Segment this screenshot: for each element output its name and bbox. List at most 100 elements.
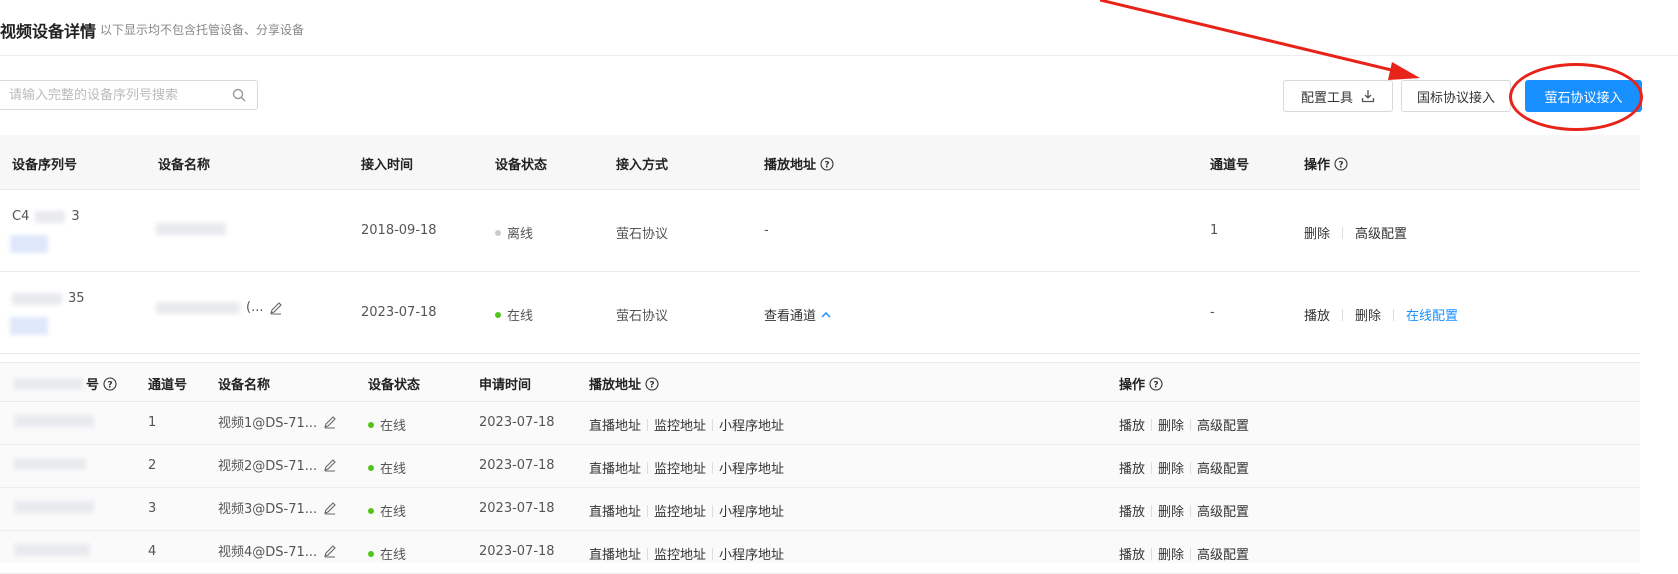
- channel-ops: 播放 删除 高级配置: [1119, 501, 1249, 520]
- play-link[interactable]: 播放: [1119, 415, 1145, 434]
- config-tool-button[interactable]: 配置工具: [1283, 80, 1393, 112]
- serial-prefix: C4: [12, 209, 30, 224]
- redacted-block: [14, 458, 86, 470]
- divider: [1342, 308, 1344, 321]
- divider: [1190, 418, 1192, 431]
- status-text: 离线: [507, 227, 534, 242]
- divider: [1190, 547, 1192, 560]
- monitor-url-link[interactable]: 监控地址: [654, 415, 706, 434]
- online-config-link[interactable]: 在线配置: [1406, 305, 1458, 324]
- status-cell: 在线: [368, 415, 406, 434]
- advanced-config-link[interactable]: 高级配置: [1355, 223, 1407, 242]
- miniprogram-url-link[interactable]: 小程序地址: [719, 458, 784, 477]
- live-url-link[interactable]: 直播地址: [589, 415, 641, 434]
- help-icon[interactable]: ?: [645, 376, 659, 391]
- status-text: 在线: [380, 548, 407, 563]
- play-link[interactable]: 播放: [1304, 305, 1330, 324]
- online-dot: [368, 507, 374, 514]
- delete-link[interactable]: 删除: [1158, 458, 1184, 477]
- serial-search-box[interactable]: [0, 80, 258, 110]
- divider: [1151, 461, 1153, 474]
- delete-link[interactable]: 删除: [1355, 305, 1381, 324]
- divider: [647, 547, 649, 560]
- edit-icon[interactable]: [269, 301, 283, 315]
- monitor-url-link[interactable]: 监控地址: [654, 458, 706, 477]
- search-icon[interactable]: [231, 87, 247, 103]
- channel-name-cell: 视频1@DS-71...: [218, 412, 337, 431]
- live-url-link[interactable]: 直播地址: [589, 501, 641, 520]
- help-icon[interactable]: ?: [820, 156, 834, 171]
- status-cell: 在线: [368, 544, 406, 563]
- delete-link[interactable]: 删除: [1158, 415, 1184, 434]
- divider: [647, 418, 649, 431]
- edit-icon[interactable]: [323, 458, 337, 472]
- svg-text:?: ?: [1338, 160, 1343, 170]
- channel-no: 1: [148, 415, 157, 430]
- channel-no: 2: [148, 458, 157, 473]
- redacted-block: [10, 235, 48, 253]
- channel: 1: [1210, 223, 1219, 238]
- page-subtitle: 以下显示均不包含托管设备、分享设备: [100, 23, 305, 37]
- redacted-serial: [14, 544, 90, 556]
- col-serial: 设备序列号: [12, 158, 78, 173]
- delete-link[interactable]: 删除: [1304, 223, 1330, 242]
- delete-link[interactable]: 删除: [1158, 501, 1184, 520]
- help-icon[interactable]: ?: [103, 376, 117, 391]
- col-play-url-label: 播放地址: [764, 158, 817, 173]
- channel-name-cell: 视频3@DS-71...: [218, 498, 337, 517]
- monitor-url-link[interactable]: 监控地址: [654, 501, 706, 520]
- play-url-links: 直播地址 监控地址 小程序地址: [589, 415, 784, 434]
- redacted-block: [12, 292, 62, 305]
- play-link[interactable]: 播放: [1119, 458, 1145, 477]
- advanced-config-link[interactable]: 高级配置: [1197, 544, 1249, 563]
- status-text: 在线: [380, 419, 407, 434]
- gb-protocol-access-label: 国标协议接入: [1416, 90, 1495, 106]
- online-dot: [368, 464, 374, 471]
- advanced-config-link[interactable]: 高级配置: [1197, 415, 1249, 434]
- sub-col-name: 设备名称: [218, 378, 271, 393]
- sub-col-play-url-label: 播放地址: [589, 378, 642, 393]
- serial-search-input[interactable]: [0, 81, 229, 109]
- redacted-block: [14, 377, 82, 390]
- offline-dot: [495, 229, 501, 236]
- status-text: 在线: [380, 505, 407, 520]
- channel-name: 视频3@DS-71...: [218, 502, 318, 517]
- divider: [647, 461, 649, 474]
- col-access-method: 接入方式: [616, 158, 669, 173]
- channel-subtable: 号 ? 通道号 设备名称 设备状态 申请时间 播放地址 ? 操作 ? 1 视频1…: [0, 362, 1640, 574]
- edit-icon[interactable]: [323, 415, 337, 429]
- help-icon[interactable]: ?: [1149, 376, 1163, 391]
- miniprogram-url-link[interactable]: 小程序地址: [719, 415, 784, 434]
- play-link[interactable]: 播放: [1119, 544, 1145, 563]
- download-icon: [1361, 90, 1375, 103]
- redacted-device-name: [156, 223, 226, 235]
- table-row: C4 3 2018-09-18 离线 萤石协议 - 1 删除 高级配置: [0, 190, 1640, 272]
- col-ops: 操作 ?: [1304, 154, 1348, 173]
- redacted-block: [14, 501, 94, 513]
- edit-icon[interactable]: [323, 501, 337, 515]
- live-url-link[interactable]: 直播地址: [589, 458, 641, 477]
- edit-icon[interactable]: [323, 544, 337, 558]
- redacted-serial: [14, 458, 86, 470]
- play-link[interactable]: 播放: [1119, 501, 1145, 520]
- device-table-header: 设备序列号 设备名称 接入时间 设备状态 接入方式 播放地址 ? 通道号 操作 …: [0, 135, 1640, 190]
- serial-suffix: 3: [71, 209, 80, 224]
- online-dot: [495, 311, 501, 318]
- advanced-config-link[interactable]: 高级配置: [1197, 458, 1249, 477]
- live-url-link[interactable]: 直播地址: [589, 544, 641, 563]
- advanced-config-link[interactable]: 高级配置: [1197, 501, 1249, 520]
- channel-name: 视频2@DS-71...: [218, 459, 318, 474]
- redacted-device-name: [156, 301, 240, 314]
- status-text: 在线: [507, 309, 534, 324]
- sub-col-ops: 操作 ?: [1119, 374, 1163, 393]
- col-ops-label: 操作: [1304, 158, 1331, 173]
- access-method: 萤石协议: [616, 227, 669, 242]
- gb-protocol-access-button[interactable]: 国标协议接入: [1401, 80, 1511, 112]
- miniprogram-url-link[interactable]: 小程序地址: [719, 501, 784, 520]
- miniprogram-url-link[interactable]: 小程序地址: [719, 544, 784, 563]
- view-channels-toggle[interactable]: 查看通道: [764, 305, 832, 324]
- delete-link[interactable]: 删除: [1158, 544, 1184, 563]
- sub-col-play-url: 播放地址 ?: [589, 374, 659, 393]
- monitor-url-link[interactable]: 监控地址: [654, 544, 706, 563]
- help-icon[interactable]: ?: [1334, 156, 1348, 171]
